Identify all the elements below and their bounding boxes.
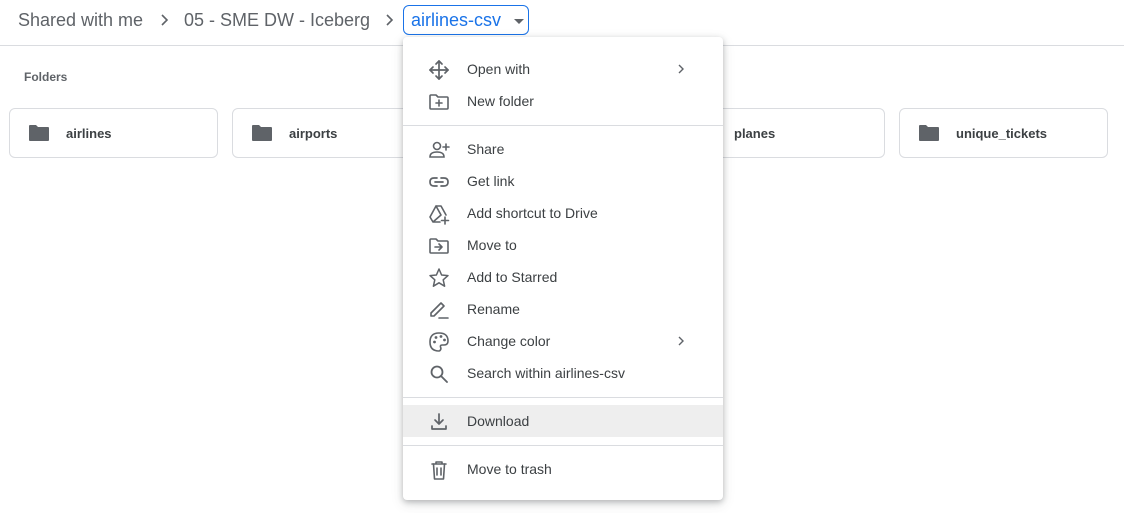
download-icon <box>431 413 447 430</box>
new-folder-icon <box>429 94 449 110</box>
menu-item-get-link[interactable]: Get link <box>403 165 723 197</box>
menu-item-download[interactable]: Download <box>403 405 723 437</box>
menu-item-label: Add shortcut to Drive <box>467 205 598 221</box>
menu-item-label: Add to Starred <box>467 269 558 285</box>
menu-item-move-to-trash[interactable]: Move to trash <box>403 453 723 485</box>
menu-item-label: Move to <box>467 237 517 253</box>
folder-icon <box>252 125 272 141</box>
menu-item-label: Get link <box>467 173 515 189</box>
chevron-right-icon <box>161 14 169 26</box>
add-shortcut-icon <box>429 205 450 225</box>
breadcrumb-item-shared-with-me[interactable]: Shared with me <box>18 9 143 31</box>
context-menu: Open with New folder Share Get link Add … <box>403 37 723 500</box>
add-person-icon <box>429 141 450 158</box>
menu-divider <box>403 125 723 126</box>
folder-name: planes <box>734 126 776 141</box>
folder-name: airports <box>289 126 338 141</box>
search-icon <box>430 365 448 383</box>
folder-card-airports[interactable]: airports <box>232 108 412 158</box>
menu-item-label: Search within airlines-csv <box>467 365 625 381</box>
menu-item-label: Download <box>467 413 530 429</box>
chevron-right-icon <box>386 14 394 26</box>
breadcrumb-item-parent-folder[interactable]: 05 - SME DW - Iceberg <box>184 9 370 31</box>
folder-card-planes[interactable]: planes <box>700 108 885 158</box>
palette-icon <box>429 332 449 352</box>
menu-item-label: Open with <box>467 61 531 77</box>
menu-item-label: Rename <box>467 301 520 317</box>
menu-divider <box>403 397 723 398</box>
star-icon <box>429 268 449 287</box>
current-folder-label: airlines-csv <box>411 10 502 30</box>
folder-card-unique-tickets[interactable]: unique_tickets <box>899 108 1108 158</box>
folder-icon <box>919 125 939 141</box>
menu-item-label: Move to trash <box>467 461 552 477</box>
pencil-icon <box>430 302 449 319</box>
menu-item-move-to[interactable]: Move to <box>403 229 723 261</box>
folder-name: unique_tickets <box>956 126 1048 141</box>
menu-item-open-with[interactable]: Open with <box>403 53 723 85</box>
menu-item-label: New folder <box>467 93 534 109</box>
move-arrows-icon <box>429 60 449 80</box>
menu-item-search-within[interactable]: Search within airlines-csv <box>403 357 723 389</box>
breadcrumb-current-folder-dropdown[interactable]: airlines-csv <box>403 5 529 35</box>
caret-down-icon <box>514 19 524 24</box>
folder-card-airlines[interactable]: airlines <box>9 108 218 158</box>
menu-item-add-to-starred[interactable]: Add to Starred <box>403 261 723 293</box>
folders-section-title: Folders <box>24 70 68 84</box>
folder-icon <box>29 125 49 141</box>
menu-item-add-shortcut[interactable]: Add shortcut to Drive <box>403 197 723 229</box>
menu-divider <box>403 445 723 446</box>
menu-item-new-folder[interactable]: New folder <box>403 85 723 117</box>
menu-item-label: Change color <box>467 333 551 349</box>
menu-item-label: Share <box>467 141 505 157</box>
menu-item-change-color[interactable]: Change color <box>403 325 723 357</box>
move-to-folder-icon <box>429 238 449 254</box>
chevron-right-icon <box>678 336 684 346</box>
folder-name: airlines <box>66 126 112 141</box>
menu-item-rename[interactable]: Rename <box>403 293 723 325</box>
link-icon <box>429 177 449 187</box>
trash-icon <box>431 461 447 480</box>
chevron-right-icon <box>678 64 684 74</box>
menu-item-share[interactable]: Share <box>403 133 723 165</box>
